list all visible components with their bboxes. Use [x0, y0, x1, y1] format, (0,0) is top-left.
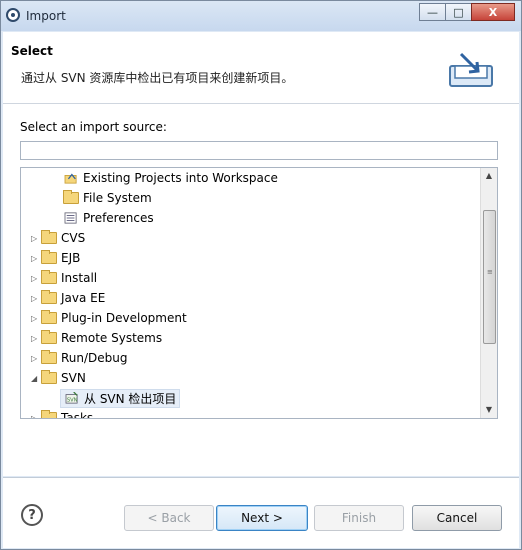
expand-arrow-icon[interactable]: ▷ [31, 294, 41, 303]
tree-item-existing-projects[interactable]: Existing Projects into Workspace [63, 168, 278, 188]
minimize-button[interactable]: — [419, 3, 446, 21]
folder-icon [41, 330, 57, 344]
folder-icon [41, 290, 57, 304]
tree-item-label: Install [61, 271, 98, 285]
expand-arrow-icon[interactable]: ▷ [31, 314, 41, 323]
window-controls: — □ X [419, 3, 515, 21]
folder-icon [41, 310, 57, 324]
scrollbar-thumb[interactable]: ≡ [483, 210, 496, 344]
expand-arrow-icon[interactable]: ▷ [31, 234, 41, 243]
folder-icon [63, 190, 79, 204]
expand-arrow-icon[interactable]: ▷ [31, 334, 41, 343]
tree-item-label: EJB [61, 251, 81, 265]
tree-item-label: Remote Systems [61, 331, 163, 345]
expand-arrow-icon[interactable]: ▷ [31, 354, 41, 363]
wizard-footer: ? < Back Next > Finish Cancel [3, 477, 519, 548]
tree-item-cvs[interactable]: ▷ CVS [31, 228, 85, 248]
tree-item-label: Tasks [61, 411, 94, 419]
vertical-scrollbar[interactable]: ▲ ≡ ▼ [480, 168, 497, 418]
tree-item-java-ee[interactable]: ▷ Java EE [31, 288, 105, 308]
folder-icon [41, 270, 57, 284]
folder-icon [41, 250, 57, 264]
help-icon[interactable]: ? [21, 504, 43, 526]
back-button[interactable]: < Back [124, 505, 214, 531]
tree-item-label: Run/Debug [61, 351, 128, 365]
maximize-button[interactable]: □ [445, 3, 472, 21]
project-import-icon [64, 173, 77, 184]
eclipse-icon [6, 8, 20, 22]
tree-item-install[interactable]: ▷ Install [31, 268, 97, 288]
tree-item-label: 从 SVN 检出项目 [84, 391, 177, 406]
tree-item-label: CVS [61, 231, 86, 245]
cancel-button[interactable]: Cancel [412, 505, 502, 531]
tree-item-plugin-development[interactable]: ▷ Plug-in Development [31, 308, 187, 328]
import-dialog: Import — □ X Select 通过从 SVN 资源库中检出已有项目来创… [0, 0, 522, 550]
tree-item-svn-checkout[interactable]: SVN 从 SVN 检出项目 [60, 388, 181, 408]
tree-item-preferences[interactable]: Preferences [63, 208, 154, 228]
import-source-tree[interactable]: Existing Projects into Workspace File Sy… [20, 167, 498, 419]
tree-item-label: File System [83, 191, 152, 205]
filter-input[interactable] [20, 141, 498, 160]
folder-icon [41, 350, 57, 364]
selected-row: SVN 从 SVN 检出项目 [60, 388, 181, 408]
collapse-arrow-icon[interactable]: ◢ [31, 374, 41, 383]
preferences-icon [64, 212, 77, 224]
folder-icon [41, 410, 57, 418]
page-title: Select [11, 44, 53, 58]
svg-text:SVN: SVN [67, 397, 78, 403]
page-description: 通过从 SVN 资源库中检出已有项目来创建新项目。 [21, 71, 294, 85]
expand-arrow-icon[interactable]: ▷ [31, 254, 41, 263]
folder-icon [41, 230, 57, 244]
tree-item-file-system[interactable]: File System [63, 188, 152, 208]
finish-button[interactable]: Finish [314, 505, 404, 531]
tree-item-ejb[interactable]: ▷ EJB [31, 248, 80, 268]
close-button[interactable]: X [471, 3, 515, 21]
expand-arrow-icon[interactable]: ▷ [31, 274, 41, 283]
tree-item-label: Preferences [83, 211, 154, 225]
window-title: Import [26, 9, 66, 23]
tree-item-label: Existing Projects into Workspace [83, 171, 278, 185]
next-button[interactable]: Next > [216, 505, 308, 531]
tree-item-tasks[interactable]: ▷ Tasks [31, 408, 94, 419]
tree-item-label: Java EE [61, 291, 106, 305]
import-source-label: Select an import source: [20, 120, 167, 134]
grip-icon: ≡ [487, 268, 493, 276]
tree-item-run-debug[interactable]: ▷ Run/Debug [31, 348, 128, 368]
scroll-down-icon[interactable]: ▼ [481, 402, 497, 418]
svn-checkout-icon: SVN [65, 392, 78, 404]
tree-item-svn[interactable]: ◢ SVN [31, 368, 86, 388]
import-wizard-icon [449, 52, 493, 87]
folder-open-icon [41, 370, 57, 384]
tree-item-remote-systems[interactable]: ▷ Remote Systems [31, 328, 162, 348]
title-bar: Import — □ X [1, 1, 521, 31]
scroll-up-icon[interactable]: ▲ [481, 168, 497, 184]
tree-item-label: SVN [61, 371, 86, 385]
wizard-header: Select 通过从 SVN 资源库中检出已有项目来创建新项目。 [3, 32, 519, 104]
wizard-content: Select an import source: Existing Projec… [3, 104, 519, 476]
expand-arrow-icon[interactable]: ▷ [31, 414, 41, 419]
tree-item-label: Plug-in Development [61, 311, 187, 325]
